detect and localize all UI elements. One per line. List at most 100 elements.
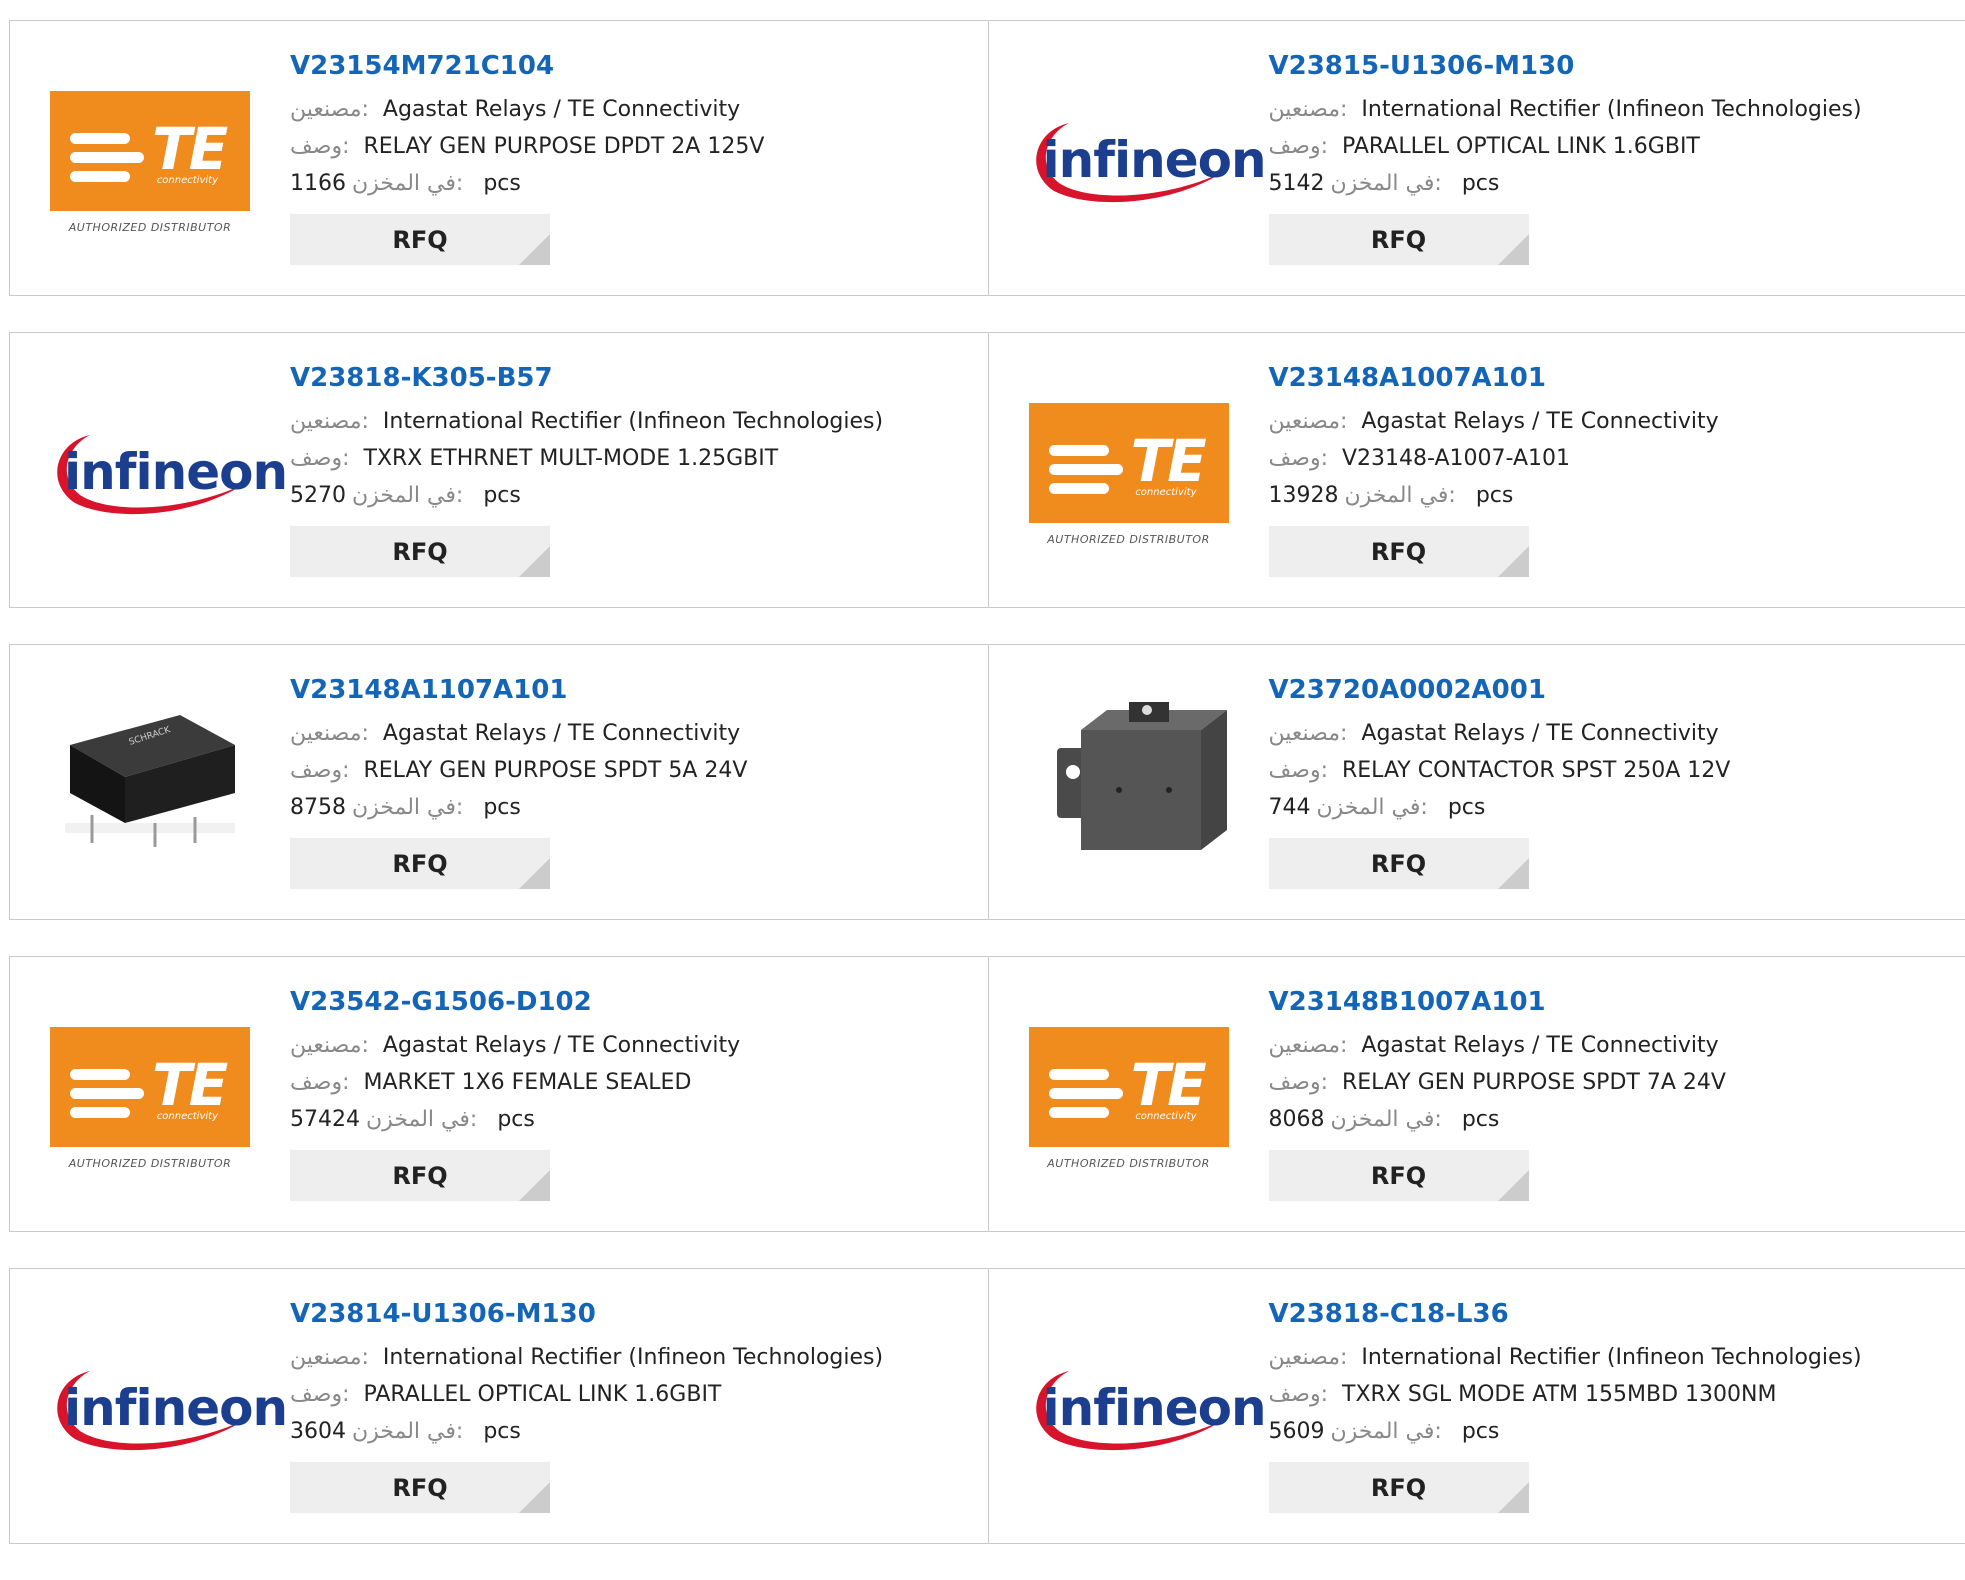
infineon-logo: infineon	[1029, 111, 1229, 201]
pcs-unit: pcs	[1448, 795, 1486, 820]
part-number-link[interactable]: V23542-G1506-D102	[290, 985, 740, 1019]
manufacturer-label: مصنعين:	[290, 721, 369, 746]
manufacturer-line: مصنعين:International Rectifier (Infineon…	[290, 1339, 883, 1376]
rfq-button[interactable]: RFQ	[290, 1462, 550, 1513]
infineon-logo: infineon	[50, 1359, 250, 1449]
product-card: infineon V23815-U1306-M130 مصنعين: Intern…	[988, 21, 1965, 295]
rfq-button[interactable]: RFQ	[290, 526, 550, 577]
part-number-link[interactable]: V23148B1007A101	[1269, 985, 1726, 1019]
rfq-button[interactable]: RFQ	[1269, 1462, 1529, 1513]
stock-line: 8758في المخزن:pcs	[290, 789, 747, 826]
product-info: V23148A1107A101 مصنعين:Agastat Relays / …	[290, 673, 747, 889]
part-number-link[interactable]: V23818-C18-L36	[1269, 1297, 1862, 1331]
manufacturer-label: مصنعين:	[1269, 1345, 1348, 1370]
product-card: TE connectivity AUTHORIZED DISTRIBUTOR V…	[988, 957, 1965, 1231]
corner-fold-icon	[519, 1482, 550, 1513]
description-line: وصف: PARALLEL OPTICAL LINK 1.6GBIT	[290, 1376, 883, 1413]
description-value: PARALLEL OPTICAL LINK 1.6GBIT	[364, 1382, 722, 1407]
product-info: V23814-U1306-M130 مصنعين:International R…	[290, 1297, 883, 1513]
manufacturer-line: مصنعين:Agastat Relays / TE Connectivity	[1269, 715, 1731, 752]
description-line: وصف:RELAY GEN PURPOSE SPDT 7A 24V	[1269, 1064, 1726, 1101]
product-info: V23815-U1306-M130 مصنعين: International R…	[1269, 49, 1862, 265]
part-number-link[interactable]: V23818-K305-B57	[290, 361, 883, 395]
stock-label: في المخزن:	[352, 795, 463, 820]
rfq-button[interactable]: RFQ	[290, 838, 550, 889]
pcs-unit: pcs	[483, 483, 521, 508]
rfq-button[interactable]: RFQ	[1269, 838, 1529, 889]
rfq-label: RFQ	[1371, 538, 1426, 566]
rfq-label: RFQ	[392, 226, 447, 254]
stock-value: 5270	[290, 483, 346, 508]
stock-value: 5609	[1269, 1419, 1325, 1444]
manufacturer-label: مصنعين:	[290, 97, 369, 122]
stock-line: 5609في المخزن:pcs	[1269, 1413, 1862, 1450]
rfq-label: RFQ	[392, 538, 447, 566]
rfq-button[interactable]: RFQ	[1269, 1150, 1529, 1201]
description-label: وصف:	[290, 1382, 350, 1407]
pcs-unit: pcs	[483, 795, 521, 820]
description-label: وصف:	[1269, 1382, 1329, 1407]
rfq-label: RFQ	[392, 1162, 447, 1190]
product-card: TE connectivity AUTHORIZED DISTRIBUTOR V…	[10, 21, 988, 295]
corner-fold-icon	[1498, 1170, 1529, 1201]
description-value: TXRX SGL MODE ATM 155MBD 1300NM	[1342, 1382, 1776, 1407]
manufacturer-value: Agastat Relays / TE Connectivity	[383, 97, 740, 122]
stock-value: 5142	[1269, 171, 1325, 196]
description-line: وصف:RELAY CONTACTOR SPST 250A 12V	[1269, 752, 1731, 789]
manufacturer-line: مصنعين:Agastat Relays / TE Connectivity	[290, 715, 747, 752]
rfq-label: RFQ	[392, 850, 447, 878]
product-info: V23154M721C104 مصنعين: Agastat Relays / T…	[290, 49, 764, 265]
description-line: وصف: V23148-A1007-A101	[1269, 440, 1719, 477]
rfq-button[interactable]: RFQ	[290, 1150, 550, 1201]
manufacturer-value: Agastat Relays / TE Connectivity	[1361, 721, 1718, 746]
description-line: وصف:PARALLEL OPTICAL LINK 1.6GBIT	[1269, 128, 1862, 165]
stock-line: 5270في المخزن:pcs	[290, 477, 883, 514]
te-connectivity-logo: TE connectivity AUTHORIZED DISTRIBUTOR	[50, 91, 250, 234]
rfq-button[interactable]: RFQ	[1269, 526, 1529, 577]
stock-value: 3604	[290, 1419, 346, 1444]
product-info: V23148A1007A101 مصنعين:Agastat Relays / …	[1269, 361, 1719, 577]
rfq-button[interactable]: RFQ	[1269, 214, 1529, 265]
relay-photo: SCHRACK	[50, 690, 250, 870]
manufacturer-label: مصنعين:	[290, 1033, 369, 1058]
authorized-distributor-label: AUTHORIZED DISTRIBUTOR	[50, 221, 250, 234]
corner-fold-icon	[519, 546, 550, 577]
part-number-link[interactable]: V23148A1007A101	[1269, 361, 1719, 395]
stock-label: في المخزن:	[1331, 1107, 1442, 1132]
description-value: PARALLEL OPTICAL LINK 1.6GBIT	[1342, 134, 1700, 159]
stock-value: 13928	[1269, 483, 1339, 508]
rfq-button[interactable]: RFQ	[290, 214, 550, 265]
description-line: وصف:MARKET 1X6 FEMALE SEALED	[290, 1064, 740, 1101]
stock-line: 744في المخزن:pcs	[1269, 789, 1731, 826]
product-card: infineon V23818-K305-B57 مصنعين:Internat…	[10, 333, 988, 607]
description-line: وصف:RELAY GEN PURPOSE DPDT 2A 125V	[290, 128, 764, 165]
manufacturer-value: International Rectifier (Infineon Techno…	[383, 1345, 883, 1370]
part-number-link[interactable]: V23720A0002A001	[1269, 673, 1731, 707]
description-label: وصف:	[290, 1070, 350, 1095]
corner-fold-icon	[1498, 546, 1529, 577]
product-row: infineon V23818-K305-B57 مصنعين:Internat…	[9, 332, 1965, 608]
product-row: TE connectivity AUTHORIZED DISTRIBUTOR V…	[9, 20, 1965, 296]
part-number-link[interactable]: V23154M721C104	[290, 49, 764, 83]
manufacturer-label: مصنعين:	[1269, 97, 1348, 122]
stock-label: في المخزن:	[352, 1419, 463, 1444]
manufacturer-value: International Rectifier (Infineon Techno…	[1361, 97, 1861, 122]
manufacturer-value: International Rectifier (Infineon Techno…	[383, 409, 883, 434]
description-label: وصف:	[1269, 446, 1329, 471]
part-number-link[interactable]: V23814-U1306-M130	[290, 1297, 883, 1331]
description-value: RELAY GEN PURPOSE SPDT 5A 24V	[364, 758, 748, 783]
product-info: V23818-K305-B57 مصنعين:International Rec…	[290, 361, 883, 577]
authorized-distributor-label: AUTHORIZED DISTRIBUTOR	[50, 1157, 250, 1170]
description-label: وصف:	[290, 134, 350, 159]
manufacturer-label: مصنعين:	[1269, 409, 1348, 434]
part-number-link[interactable]: V23815-U1306-M130	[1269, 49, 1862, 83]
stock-label: في المخزن:	[1317, 795, 1428, 820]
description-value: V23148-A1007-A101	[1342, 446, 1570, 471]
product-info: V23542-G1506-D102 مصنعين:Agastat Relays …	[290, 985, 740, 1201]
stock-line: 8068في المخزن:pcs	[1269, 1101, 1726, 1138]
part-number-link[interactable]: V23148A1107A101	[290, 673, 747, 707]
product-info: V23818-C18-L36 مصنعين:International Rect…	[1269, 1297, 1862, 1513]
stock-label: في المخزن:	[1331, 171, 1442, 196]
stock-label: في المخزن:	[1345, 483, 1456, 508]
rfq-label: RFQ	[1371, 850, 1426, 878]
